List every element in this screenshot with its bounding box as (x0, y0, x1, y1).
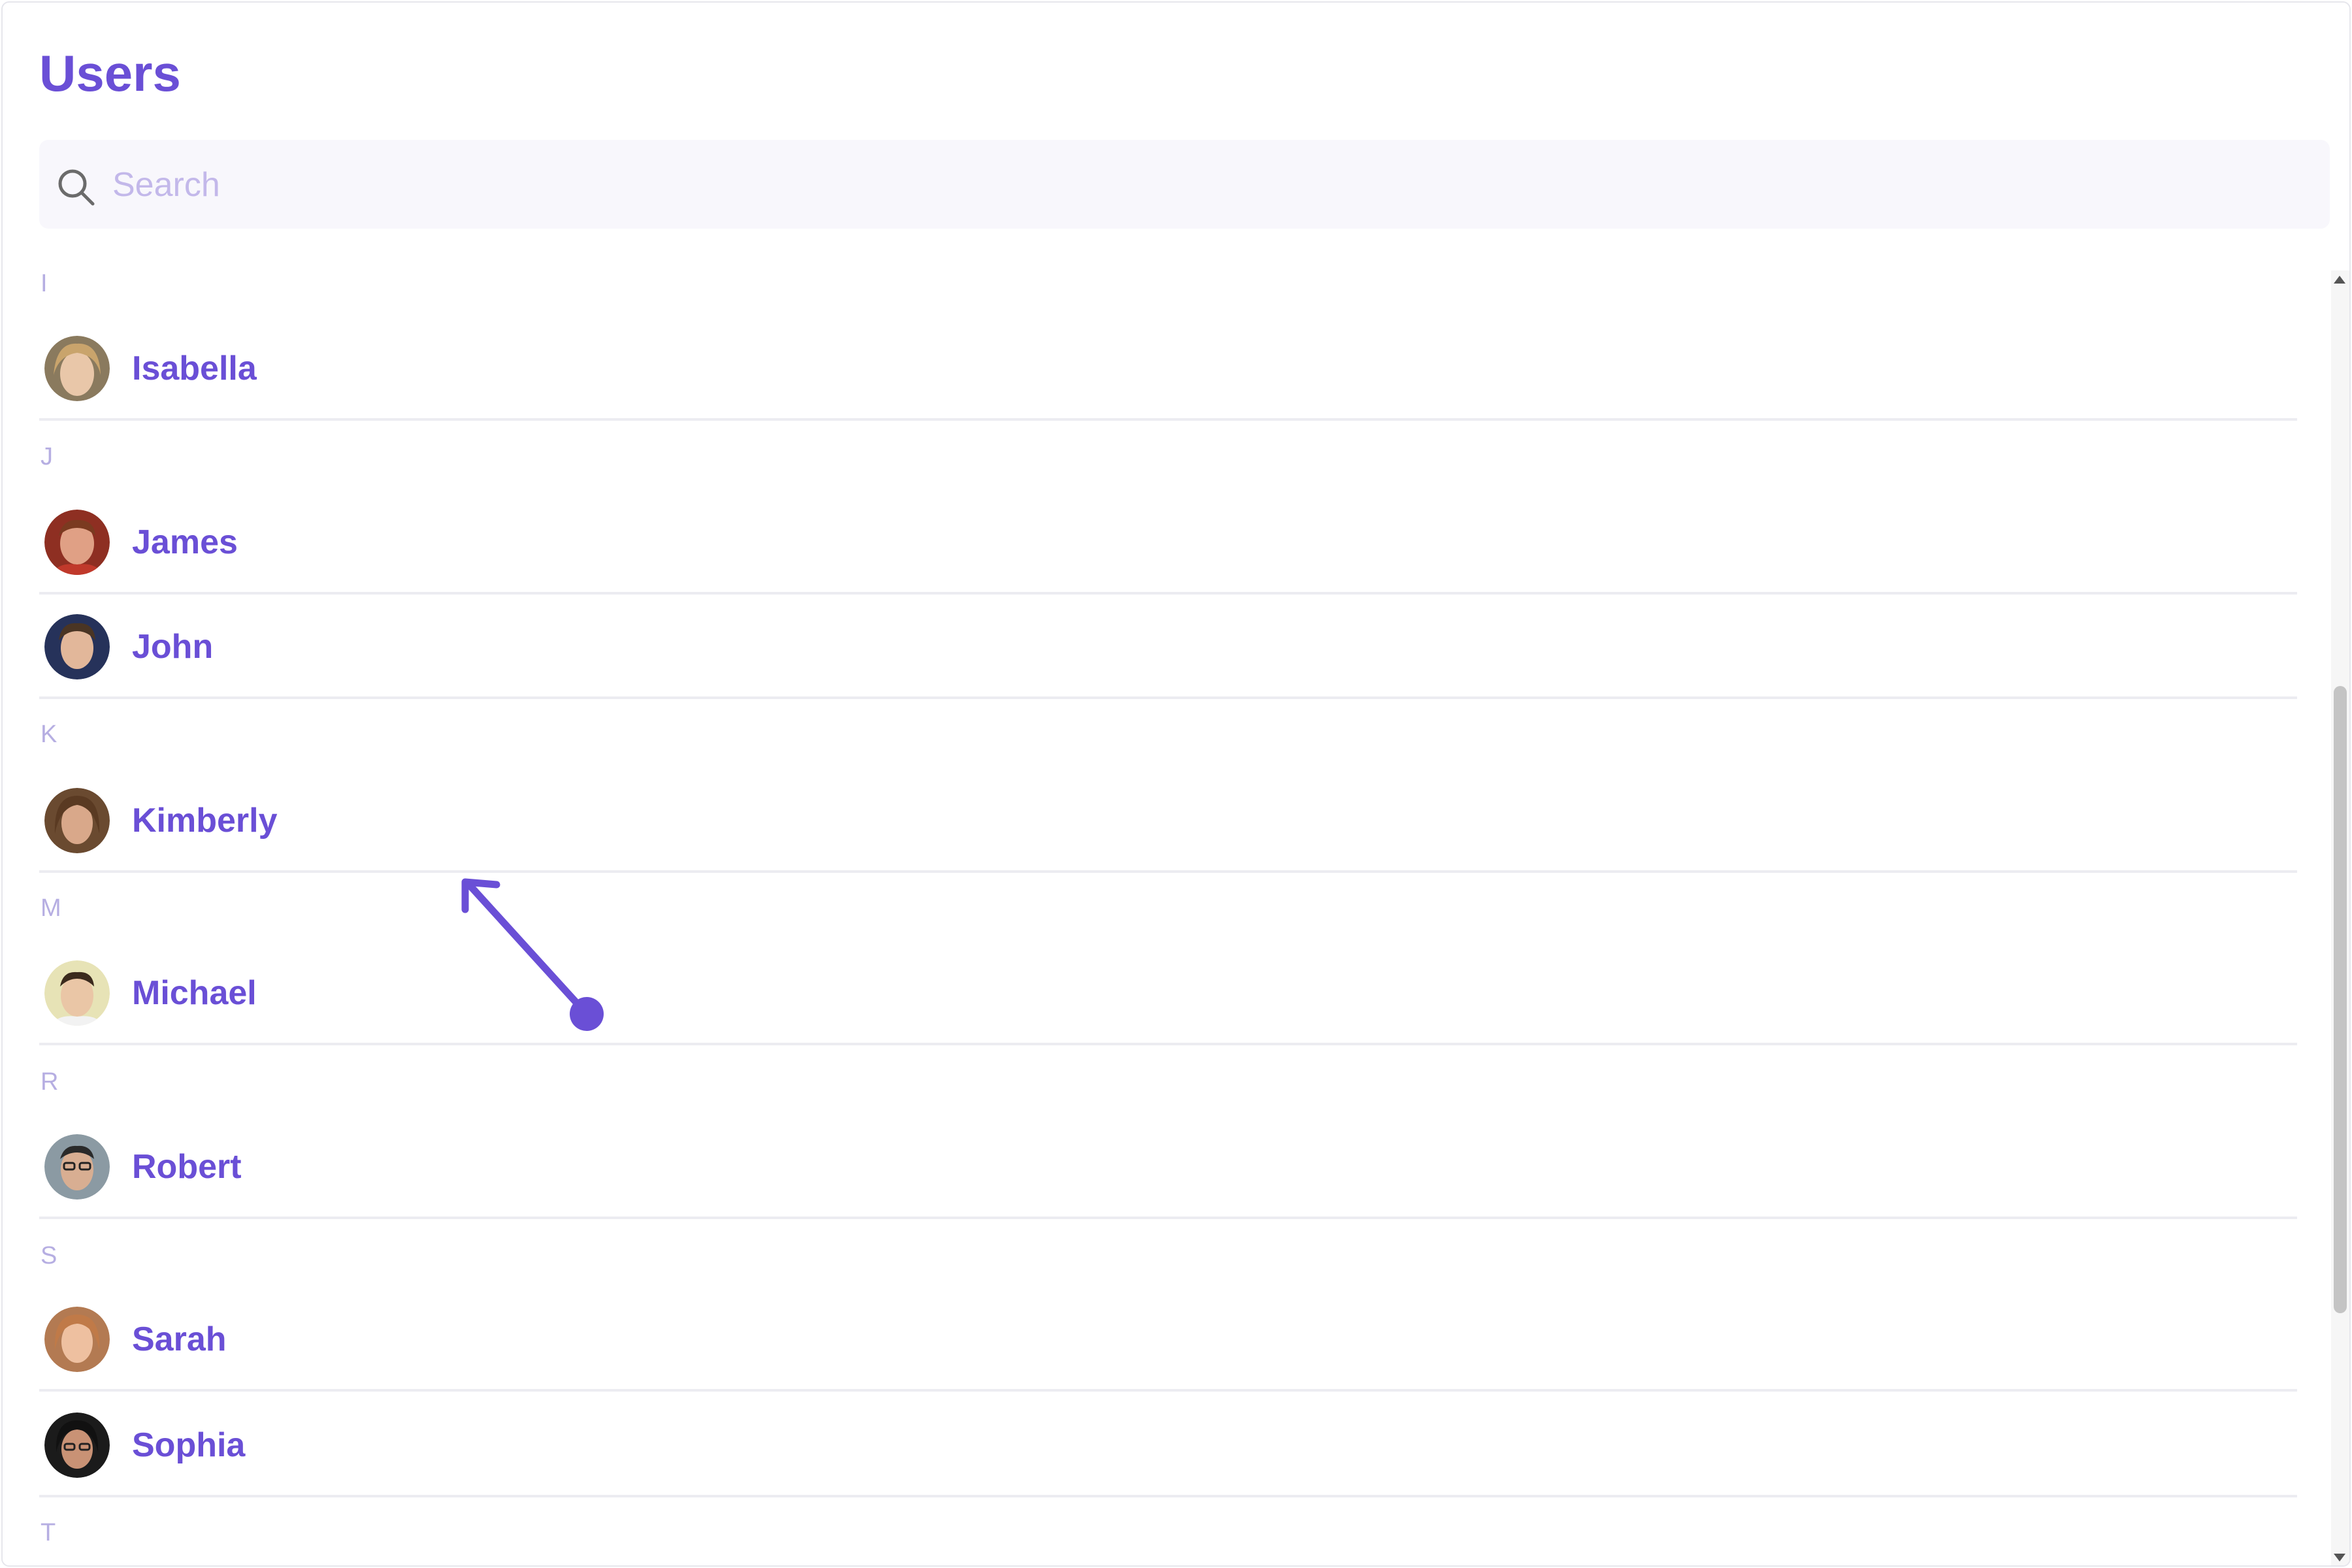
list-item-robert[interactable]: Robert (39, 1115, 2297, 1219)
list-item-james[interactable]: James (39, 490, 2297, 595)
user-name: Isabella (132, 350, 257, 387)
list-item-sarah[interactable]: Sarah (39, 1287, 2297, 1392)
users-screen: Users I Isabella J James (1, 1, 2351, 1567)
scrollbar[interactable] (2331, 270, 2349, 1565)
section-header-j: J (41, 443, 53, 470)
avatar (44, 1134, 110, 1200)
search-icon (58, 169, 95, 206)
section-header-i: I (41, 270, 48, 297)
user-name: John (132, 628, 214, 666)
search-input[interactable] (111, 140, 2270, 230)
avatar (44, 336, 110, 401)
list-item-isabella[interactable]: Isabella (39, 316, 2297, 421)
section-header-k: K (41, 721, 57, 748)
avatar (44, 1307, 110, 1372)
list-item-john[interactable]: John (39, 595, 2297, 699)
section-header-s: S (41, 1242, 57, 1269)
user-name: Kimberly (132, 802, 278, 840)
avatar (44, 960, 110, 1026)
search-bar[interactable] (39, 140, 2330, 230)
user-name: James (132, 523, 238, 561)
section-header-m: M (41, 894, 61, 922)
page-title: Users (39, 44, 181, 102)
avatar (44, 1413, 110, 1478)
list-item-kimberly[interactable]: Kimberly (39, 768, 2297, 873)
scroll-up-arrow-icon[interactable] (2334, 276, 2345, 284)
section-header-r: R (41, 1068, 59, 1096)
list-item-michael[interactable]: Michael (39, 941, 2297, 1045)
avatar (44, 510, 110, 575)
user-name: Sophia (132, 1426, 246, 1464)
user-name: Robert (132, 1148, 242, 1186)
section-header-t: T (41, 1519, 56, 1546)
user-name: Michael (132, 974, 257, 1012)
scroll-down-arrow-icon[interactable] (2334, 1554, 2345, 1561)
list-item-sophia[interactable]: Sophia (39, 1393, 2297, 1497)
user-list[interactable]: I Isabella J James John K Kimberly M Mic… (3, 264, 2315, 1565)
avatar (44, 788, 110, 853)
avatar (44, 614, 110, 679)
user-name: Sarah (132, 1320, 227, 1358)
scroll-thumb[interactable] (2334, 686, 2347, 1313)
